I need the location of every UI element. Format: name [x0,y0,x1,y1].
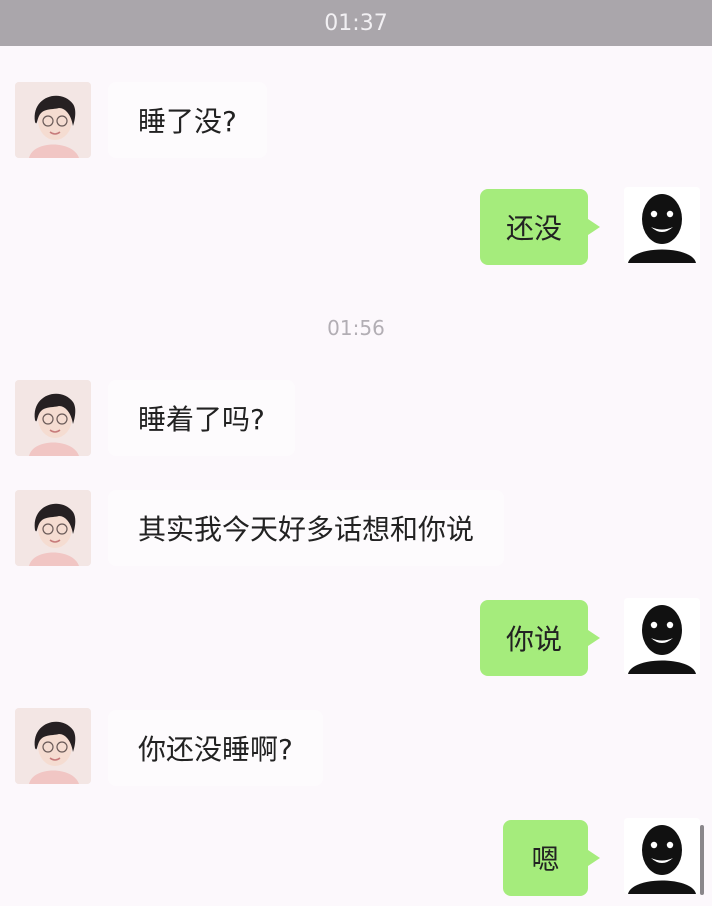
girl-avatar-icon[interactable] [15,380,91,456]
girl-avatar-icon[interactable] [15,490,91,566]
message-bubble-incoming[interactable]: 其实我今天好多话想和你说 [108,490,505,566]
message-row: 其实我今天好多话想和你说 [0,490,712,570]
message-row: 嗯 [0,818,712,898]
shadow-figure-avatar-icon[interactable] [624,818,700,894]
message-bubble-incoming[interactable]: 睡着了吗? [108,380,295,456]
timestamp-middle: 01:56 [327,316,385,340]
scrollbar[interactable] [700,825,704,895]
girl-avatar-icon[interactable] [15,708,91,784]
message-bubble-outgoing[interactable]: 还没 [480,189,600,265]
top-timestamp-bar: 01:37 [0,0,712,46]
shadow-figure-avatar-icon[interactable] [624,187,700,263]
girl-avatar-icon[interactable] [15,82,91,158]
message-row: 还没 [0,187,712,267]
message-bubble-incoming[interactable]: 你还没睡啊? [108,710,323,786]
message-row: 睡着了吗? [0,380,712,460]
message-bubble-incoming[interactable]: 睡了没? [108,82,267,158]
message-bubble-outgoing[interactable]: 你说 [480,600,600,676]
shadow-figure-avatar-icon[interactable] [624,598,700,674]
message-row: 睡了没? [0,80,712,160]
message-row: 你还没睡啊? [0,708,712,788]
message-bubble-outgoing[interactable]: 嗯 [503,820,600,896]
timestamp-top: 01:37 [324,10,388,36]
message-row: 你说 [0,598,712,678]
